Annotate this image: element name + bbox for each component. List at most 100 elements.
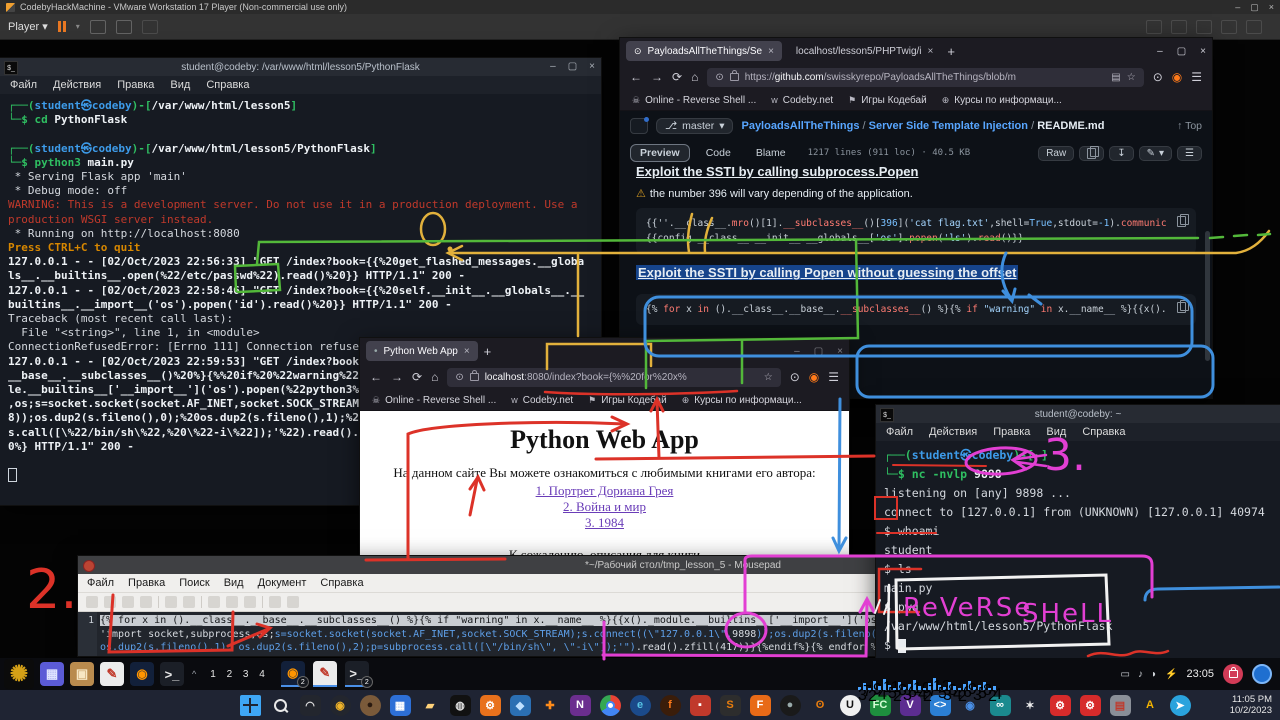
chevron-up-icon[interactable]: ^ bbox=[192, 669, 196, 679]
firefox-launcher-icon[interactable]: ◉ bbox=[130, 662, 154, 686]
firefox-icon[interactable]: f bbox=[660, 695, 681, 716]
close-button[interactable]: × bbox=[837, 346, 843, 357]
pocket-shield-icon[interactable]: ⊙ bbox=[1153, 70, 1163, 84]
bookmark-online-reverse-shell[interactable]: ☠ Online - Reverse Shell ... bbox=[632, 95, 756, 106]
copy-code-icon[interactable] bbox=[1177, 216, 1186, 227]
cut-icon[interactable] bbox=[208, 596, 220, 608]
menu-item[interactable]: Действия bbox=[929, 426, 977, 438]
fullscreen-icon[interactable] bbox=[116, 20, 132, 34]
colorful-app-icon[interactable]: ◉ bbox=[330, 695, 351, 716]
blue-tray-icon[interactable] bbox=[1252, 664, 1272, 684]
book-link[interactable]: 3. 1984 bbox=[360, 515, 849, 531]
menu-item[interactable]: Вид bbox=[224, 577, 244, 589]
terminal-window-button[interactable]: >_ 2 bbox=[345, 661, 369, 687]
code-block-for-loop[interactable]: {% for x in ().__class__.__base__.__subc… bbox=[636, 294, 1196, 325]
reload-button[interactable]: ⟳ bbox=[672, 70, 682, 84]
calendar-app-icon[interactable]: ▦ bbox=[390, 695, 411, 716]
menu-item[interactable]: Правка bbox=[993, 426, 1030, 438]
terminal-nc-output[interactable]: ┌──(student㉿codeby)-[~]└─$ nc -nvlp 9898… bbox=[876, 441, 1280, 660]
redo-icon[interactable] bbox=[183, 596, 195, 608]
player-menu-button[interactable]: Player ▾ bbox=[8, 20, 48, 33]
red-gear-icon-1[interactable]: ⚙ bbox=[1050, 695, 1071, 716]
host-clock[interactable]: 11:05 PM 10/2/2023 bbox=[1230, 690, 1272, 720]
outline-button[interactable]: ☰ bbox=[1177, 146, 1202, 161]
raw-button[interactable]: Raw bbox=[1038, 146, 1074, 161]
app-grid-icon[interactable]: ▦ bbox=[40, 662, 64, 686]
payload-text[interactable]: {% for x in ().__class__.__base__.__subc… bbox=[97, 612, 1009, 656]
minimize-button[interactable]: – bbox=[550, 58, 556, 76]
edge-icon[interactable]: e bbox=[630, 695, 651, 716]
pocket-shield-icon[interactable]: ⊙ bbox=[790, 370, 800, 384]
close-button[interactable]: × bbox=[589, 58, 595, 76]
vmware-maximize-button[interactable]: ▢ bbox=[1250, 2, 1259, 13]
save-as-icon[interactable] bbox=[140, 596, 152, 608]
red-app-icon[interactable]: ▪ bbox=[690, 695, 711, 716]
sidebar-toggle-icon[interactable] bbox=[630, 118, 648, 134]
bookmark-codeby[interactable]: w Codeby.net bbox=[511, 395, 573, 406]
menu-item[interactable]: Файл bbox=[10, 79, 37, 91]
bookmark-star-icon[interactable]: ☆ bbox=[1127, 72, 1136, 83]
reader-mode-icon[interactable]: ▤ bbox=[1111, 72, 1120, 83]
bookmark-courses[interactable]: ⊕ Курсы по информаци... bbox=[682, 395, 802, 406]
url-bar[interactable]: ⊙ https://github.com/swisskyrepo/Payload… bbox=[707, 68, 1143, 87]
codeby-menu-icon[interactable]: ✺ bbox=[4, 659, 34, 689]
menu-item[interactable]: Вид bbox=[170, 79, 190, 91]
search-icon[interactable] bbox=[269, 596, 281, 608]
bookmark-courses[interactable]: ⊕ Курсы по информаци... bbox=[942, 95, 1062, 106]
app-menu-icon[interactable]: ☰ bbox=[828, 370, 839, 384]
vmware-close-button[interactable]: × bbox=[1269, 2, 1274, 13]
search-replace-icon[interactable] bbox=[287, 596, 299, 608]
display-tray-icon[interactable]: ▭ bbox=[1121, 669, 1130, 680]
vmware-minimize-button[interactable]: – bbox=[1235, 2, 1240, 13]
heading-popen-no-offset[interactable]: Exploit the SSTI by calling Popen withou… bbox=[636, 265, 1018, 280]
book-link[interactable]: 1. Портрет Дориана Грея bbox=[360, 483, 849, 499]
mousepad-launcher-icon[interactable]: ✎ bbox=[100, 662, 124, 686]
url-bar[interactable]: ⊙ localhost:8080/index?book={%%20for%20x… bbox=[447, 368, 780, 387]
terminal-nc-titlebar[interactable]: $_ student@codeby: ~ bbox=[876, 405, 1280, 423]
tab-close-icon[interactable]: × bbox=[928, 46, 934, 57]
vm-network-device-icon[interactable] bbox=[1221, 20, 1237, 34]
bookmark-online-reverse-shell[interactable]: ☠ Online - Reverse Shell ... bbox=[372, 395, 496, 406]
paste-icon[interactable] bbox=[244, 596, 256, 608]
sublime-icon[interactable]: S bbox=[720, 695, 741, 716]
app-menu-icon[interactable]: ☰ bbox=[1191, 70, 1202, 84]
mousepad-window-button[interactable]: ✎ bbox=[313, 661, 337, 687]
blender-icon[interactable]: ʘ bbox=[810, 695, 831, 716]
tab-localhost-phptwig[interactable]: localhost/lesson5/PHPTwig/i × bbox=[788, 41, 941, 61]
maximize-button[interactable]: ▢ bbox=[1177, 46, 1186, 57]
menu-item[interactable]: Правка bbox=[128, 577, 165, 589]
new-file-icon[interactable] bbox=[86, 596, 98, 608]
tab-python-web-app[interactable]: • Python Web App × bbox=[366, 341, 478, 361]
edit-button[interactable]: ✎ ▾ bbox=[1139, 146, 1172, 161]
tab-blame[interactable]: Blame bbox=[747, 145, 795, 161]
workspace-switcher[interactable]: 1 2 3 4 bbox=[210, 669, 269, 680]
menu-item[interactable]: Файл bbox=[886, 426, 913, 438]
menu-item[interactable]: Справка bbox=[1082, 426, 1125, 438]
power-tray-icon[interactable]: ⚡ bbox=[1165, 669, 1177, 680]
copy-icon[interactable] bbox=[226, 596, 238, 608]
menu-item[interactable]: Вид bbox=[1046, 426, 1066, 438]
code-block-popen[interactable]: {{''.__class__.mro()[1].__subclasses__()… bbox=[636, 208, 1196, 254]
bookmark-codeby-games[interactable]: ⚑ Игры Кодебай bbox=[588, 395, 667, 406]
menu-item[interactable]: Документ bbox=[258, 577, 307, 589]
menu-item[interactable]: Поиск bbox=[179, 577, 209, 589]
back-button[interactable]: ← bbox=[370, 370, 382, 384]
pause-dropdown-icon[interactable]: ▾ bbox=[76, 22, 80, 31]
reload-button[interactable]: ⟳ bbox=[412, 370, 422, 384]
f-app-icon[interactable]: F bbox=[750, 695, 771, 716]
file-explorer-icon[interactable]: ▰ bbox=[420, 695, 441, 716]
start-button[interactable] bbox=[240, 695, 261, 716]
branch-selector[interactable]: ⎇ master ▾ bbox=[656, 118, 733, 134]
maximize-button[interactable]: ▢ bbox=[568, 58, 577, 76]
breadcrumb-repo[interactable]: PayloadsAllTheThings bbox=[741, 120, 859, 132]
minimize-button[interactable]: – bbox=[794, 346, 800, 357]
monitor-app-icon[interactable]: ◠ bbox=[300, 695, 321, 716]
terminal-launcher-icon[interactable]: >_ bbox=[160, 662, 184, 686]
bell-tray-icon[interactable]: ◗ bbox=[1151, 669, 1157, 680]
bookmark-codeby[interactable]: w Codeby.net bbox=[771, 95, 833, 106]
forward-button[interactable]: → bbox=[391, 370, 403, 384]
bookmark-codeby-games[interactable]: ⚑ Игры Кодебай bbox=[848, 95, 927, 106]
chrome-icon[interactable] bbox=[600, 695, 621, 716]
home-button[interactable]: ⌂ bbox=[691, 70, 698, 84]
breadcrumb-dir[interactable]: Server Side Template Injection bbox=[869, 120, 1028, 132]
